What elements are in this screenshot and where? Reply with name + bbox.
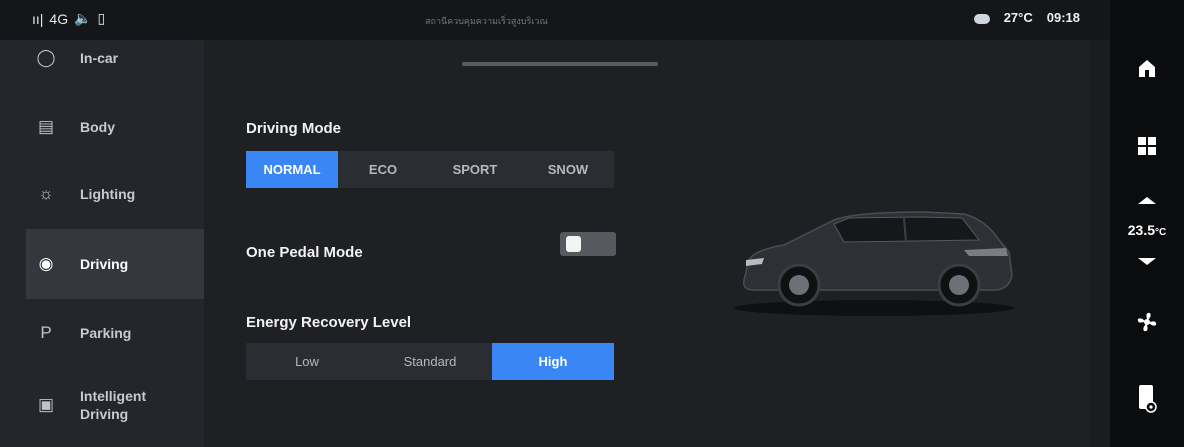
cabin-temperature: 23.5°C [1110, 222, 1184, 238]
home-icon [1139, 60, 1155, 77]
driving-mode-selector: NORMAL ECO SPORT SNOW [246, 151, 614, 188]
status-right: 27°C 09:18 [973, 10, 1080, 25]
temp-up-button[interactable] [1110, 188, 1184, 212]
one-pedal-title: One Pedal Mode [246, 244, 363, 261]
cabin-temperature-unit: °C [1155, 227, 1167, 238]
one-pedal-toggle[interactable] [560, 232, 616, 256]
outside-temperature: 27°C [1003, 10, 1033, 25]
temp-down-button[interactable] [1110, 250, 1184, 274]
sidebar-item-lighting[interactable]: ☼ Lighting [26, 159, 204, 229]
intelligent-driving-icon: ▣ [37, 395, 55, 414]
sidebar-item-label: Intelligent Driving [80, 388, 147, 422]
car-illustration [734, 211, 1014, 316]
sidebar-item-label: Body [80, 119, 115, 135]
phone-projection-button[interactable] [1110, 378, 1184, 418]
toggle-knob [566, 236, 581, 252]
chevron-up-icon [1138, 197, 1156, 204]
sidebar-item-driving[interactable]: ◉ Driving [26, 229, 204, 299]
status-bar: ıı| 4G 🔈 ▯ สถานีควบคุมความเร็วสูงบริเวณ … [0, 0, 1110, 40]
cloud-icon [973, 13, 990, 24]
phone-settings-icon [1139, 385, 1157, 413]
driving-mode-sport[interactable]: SPORT [428, 151, 522, 188]
grid-icon [1138, 137, 1156, 155]
driving-mode-snow[interactable]: SNOW [522, 151, 614, 188]
sun-icon: ☼ [38, 184, 54, 203]
phone-icon: ▯ [97, 10, 106, 26]
car-body-icon: ▤ [37, 117, 55, 136]
energy-recovery-low[interactable]: Low [246, 343, 368, 380]
driving-mode-normal[interactable]: NORMAL [246, 151, 338, 188]
energy-recovery-high[interactable]: High [492, 343, 614, 380]
clock: 09:18 [1046, 10, 1080, 25]
driving-mode-title: Driving Mode [246, 120, 342, 137]
status-center-text: สถานีควบคุมความเร็วสูงบริเวณ [425, 16, 548, 26]
sidebar-item-label: In-car [80, 50, 119, 66]
drag-handle[interactable] [462, 62, 658, 66]
fan-icon [1137, 312, 1157, 332]
driving-mode-eco[interactable]: ECO [338, 151, 428, 188]
energy-recovery-title: Energy Recovery Level [246, 314, 412, 331]
cabin-temperature-value: 23.5 [1127, 222, 1155, 238]
energy-recovery-standard[interactable]: Standard [368, 343, 492, 380]
sidebar-item-parking[interactable]: P Parking [26, 298, 204, 368]
sidebar-item-intelligent-driving[interactable]: ▣ Intelligent Driving [26, 370, 204, 440]
apps-button[interactable] [1110, 126, 1184, 166]
energy-recovery-selector: Low Standard High [246, 343, 614, 380]
sidebar-item-label: Lighting [80, 186, 136, 202]
network-label: 4G [49, 10, 69, 27]
volume-icon: 🔈 [74, 10, 92, 26]
driving-settings-panel: Driving Mode NORMAL ECO SPORT SNOW One P… [204, 40, 1090, 447]
fan-button[interactable] [1110, 304, 1184, 340]
right-dock: 23.5°C [1110, 0, 1184, 447]
sidebar-item-body[interactable]: ▤ Body [26, 92, 204, 162]
sidebar-item-label: Driving [80, 256, 129, 272]
sidebar-item-in-car[interactable]: ◯ In-car [26, 38, 204, 78]
steering-wheel-icon: ◉ [38, 254, 54, 273]
car-seat-icon: ◯ [36, 48, 56, 67]
sidebar-item-label: Parking [80, 325, 132, 341]
status-left: ıı| 4G 🔈 ▯ [32, 10, 105, 27]
parking-icon: P [40, 323, 52, 342]
settings-sidebar: ◯ In-car ▤ Body ☼ Lighting ◉ Driving P P… [0, 40, 204, 447]
signal-icon: ıı| [32, 10, 44, 27]
chevron-down-icon [1138, 258, 1156, 265]
home-button[interactable] [1110, 48, 1184, 88]
